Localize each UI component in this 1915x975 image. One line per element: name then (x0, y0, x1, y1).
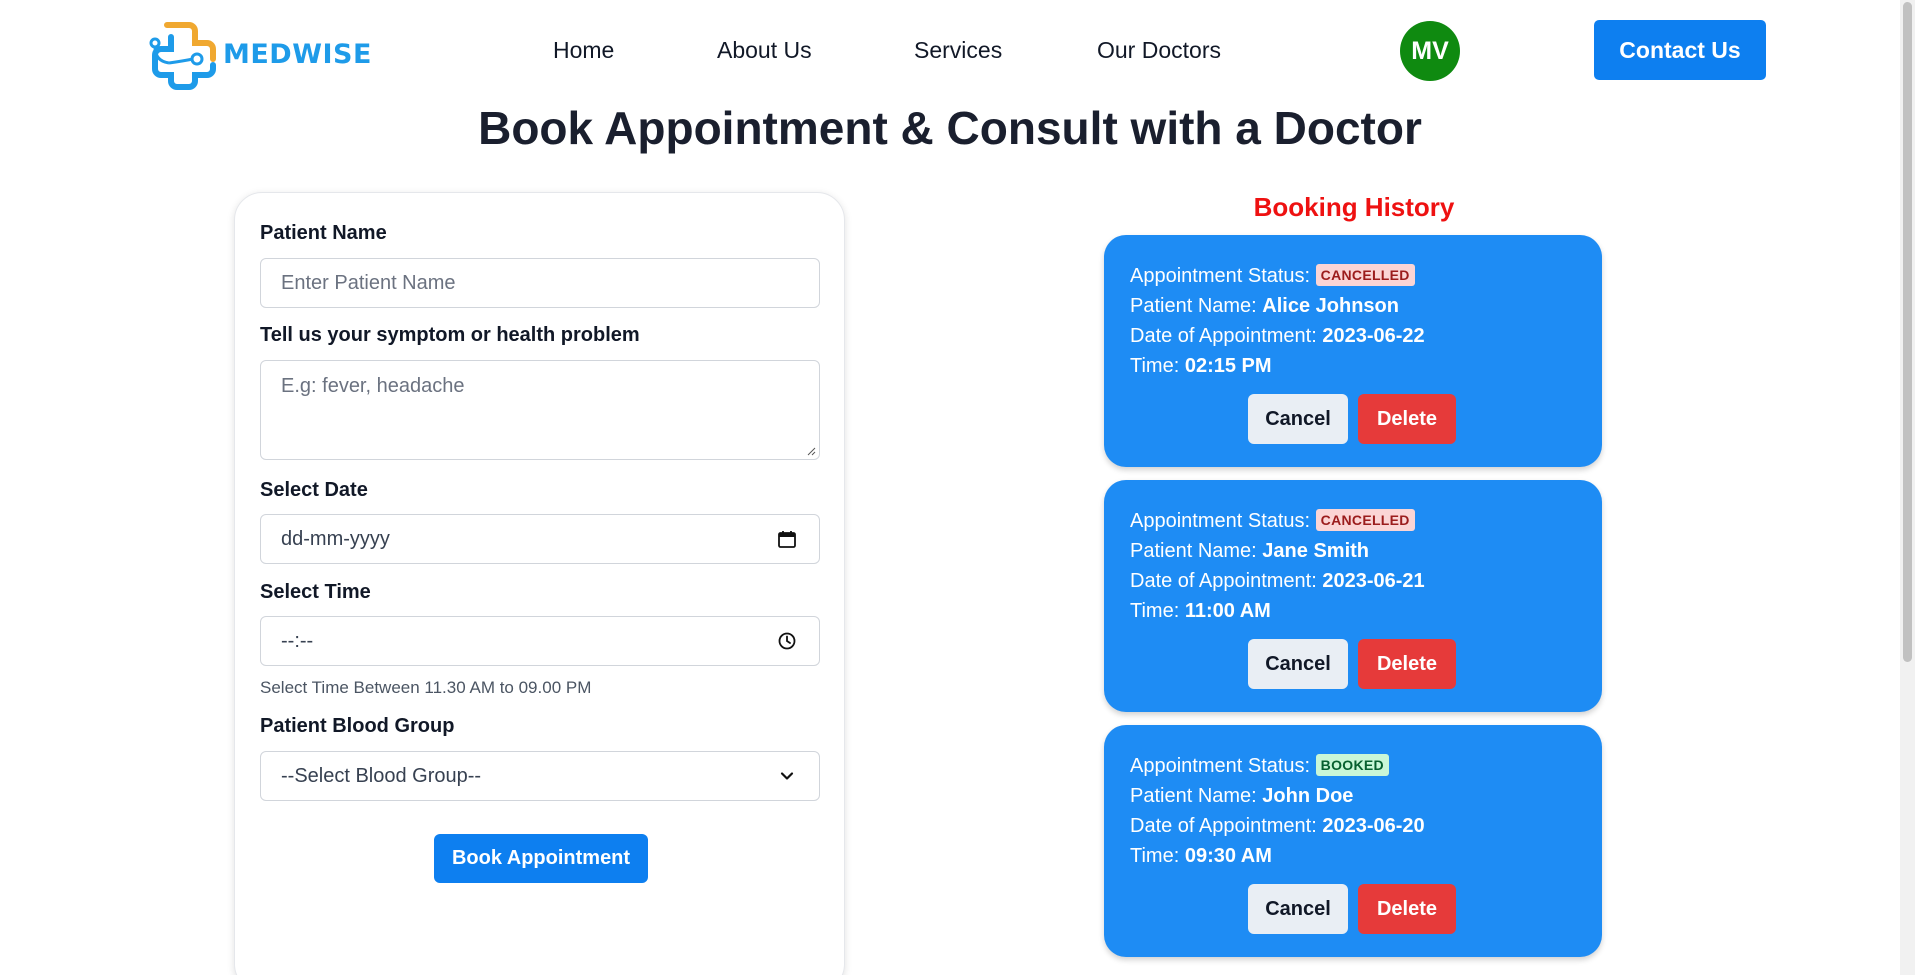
appointment-time-value: 02:15 PM (1184, 355, 1272, 377)
nav-home[interactable]: Home (553, 32, 614, 68)
appointment-date-value: 2023-06-22 (1322, 325, 1425, 347)
blood-group-select[interactable]: --Select Blood Group-- (260, 751, 820, 801)
patient-name-label: Patient Name (260, 222, 387, 244)
appointment-time-value: 09:30 AM (1184, 845, 1272, 867)
date-input[interactable]: dd-mm-yyyy (260, 514, 820, 564)
book-appointment-button[interactable]: Book Appointment (434, 834, 648, 883)
status-badge: BOOKED (1315, 754, 1389, 776)
date-label: Select Date (260, 479, 368, 501)
scrollbar-thumb[interactable] (1903, 2, 1912, 662)
symptom-label: Tell us your symptom or health problem (260, 324, 640, 346)
patient-name-placeholder: Enter Patient Name (281, 271, 456, 294)
appointment-status-line: Appointment Status: CANCELLED (1130, 261, 1415, 291)
page-title: Book Appointment & Consult with a Doctor (478, 102, 1422, 154)
cancel-booking-button[interactable]: Cancel (1248, 394, 1348, 444)
appointment-date-line: Date of Appointment: 2023-06-22 (1130, 325, 1425, 347)
patient-name-line: Patient Name: John Doe (1130, 785, 1354, 807)
delete-booking-button[interactable]: Delete (1358, 884, 1456, 934)
nav-about-us[interactable]: About Us (717, 32, 812, 68)
site-header: MEDWISE Home About Us Services Our Docto… (0, 0, 1915, 100)
appointment-status-line: Appointment Status: BOOKED (1130, 751, 1389, 781)
appointment-form: Patient Name Enter Patient Name Tell us … (234, 192, 845, 975)
patient-name-value: Jane Smith (1262, 540, 1369, 562)
symptom-placeholder: E.g: fever, headache (281, 375, 465, 397)
blood-group-label: Patient Blood Group (260, 715, 455, 737)
appointment-date-value: 2023-06-21 (1322, 570, 1425, 592)
date-value: dd-mm-yyyy (281, 527, 390, 550)
resize-handle-icon[interactable] (806, 446, 816, 456)
calendar-icon[interactable] (777, 529, 797, 549)
blood-group-selected: --Select Blood Group-- (281, 764, 482, 787)
appointment-date-value: 2023-06-20 (1322, 815, 1425, 837)
appointment-date-line: Date of Appointment: 2023-06-20 (1130, 815, 1425, 837)
chevron-down-icon (780, 772, 794, 780)
patient-name-line: Patient Name: Alice Johnson (1130, 295, 1399, 317)
time-input[interactable]: --:-- (260, 616, 820, 666)
patient-name-input[interactable]: Enter Patient Name (260, 258, 820, 308)
status-badge: CANCELLED (1315, 264, 1415, 286)
page-scrollbar[interactable] (1900, 0, 1915, 975)
cancel-booking-button[interactable]: Cancel (1248, 884, 1348, 934)
patient-name-value: John Doe (1262, 785, 1354, 807)
time-label: Select Time (260, 581, 371, 603)
cancel-booking-button[interactable]: Cancel (1248, 639, 1348, 689)
clock-icon[interactable] (777, 631, 797, 651)
delete-booking-button[interactable]: Delete (1358, 639, 1456, 689)
time-hint: Select Time Between 11.30 AM to 09.00 PM (260, 678, 592, 697)
patient-name-line: Patient Name: Jane Smith (1130, 540, 1369, 562)
delete-booking-button[interactable]: Delete (1358, 394, 1456, 444)
appointment-time-line: Time: 02:15 PM (1130, 355, 1272, 377)
time-value: --:-- (281, 629, 314, 652)
status-badge: CANCELLED (1315, 509, 1415, 531)
booking-card: Appointment Status: CANCELLED Patient Na… (1104, 235, 1602, 467)
contact-us-button[interactable]: Contact Us (1594, 20, 1766, 80)
nav-services[interactable]: Services (914, 32, 1002, 68)
booking-card: Appointment Status: CANCELLED Patient Na… (1104, 480, 1602, 712)
nav-our-doctors[interactable]: Our Doctors (1097, 32, 1221, 68)
appointment-time-line: Time: 11:00 AM (1130, 600, 1271, 622)
appointment-time-line: Time: 09:30 AM (1130, 845, 1272, 867)
booking-card: Appointment Status: BOOKED Patient Name:… (1104, 725, 1602, 957)
appointment-status-line: Appointment Status: CANCELLED (1130, 506, 1415, 536)
appointment-date-line: Date of Appointment: 2023-06-21 (1130, 570, 1425, 592)
user-avatar[interactable]: MV (1400, 21, 1460, 81)
booking-history-title: Booking History (1253, 192, 1455, 222)
appointment-time-value: 11:00 AM (1184, 600, 1271, 622)
patient-name-value: Alice Johnson (1262, 295, 1399, 317)
symptom-textarea[interactable]: E.g: fever, headache (260, 360, 820, 460)
